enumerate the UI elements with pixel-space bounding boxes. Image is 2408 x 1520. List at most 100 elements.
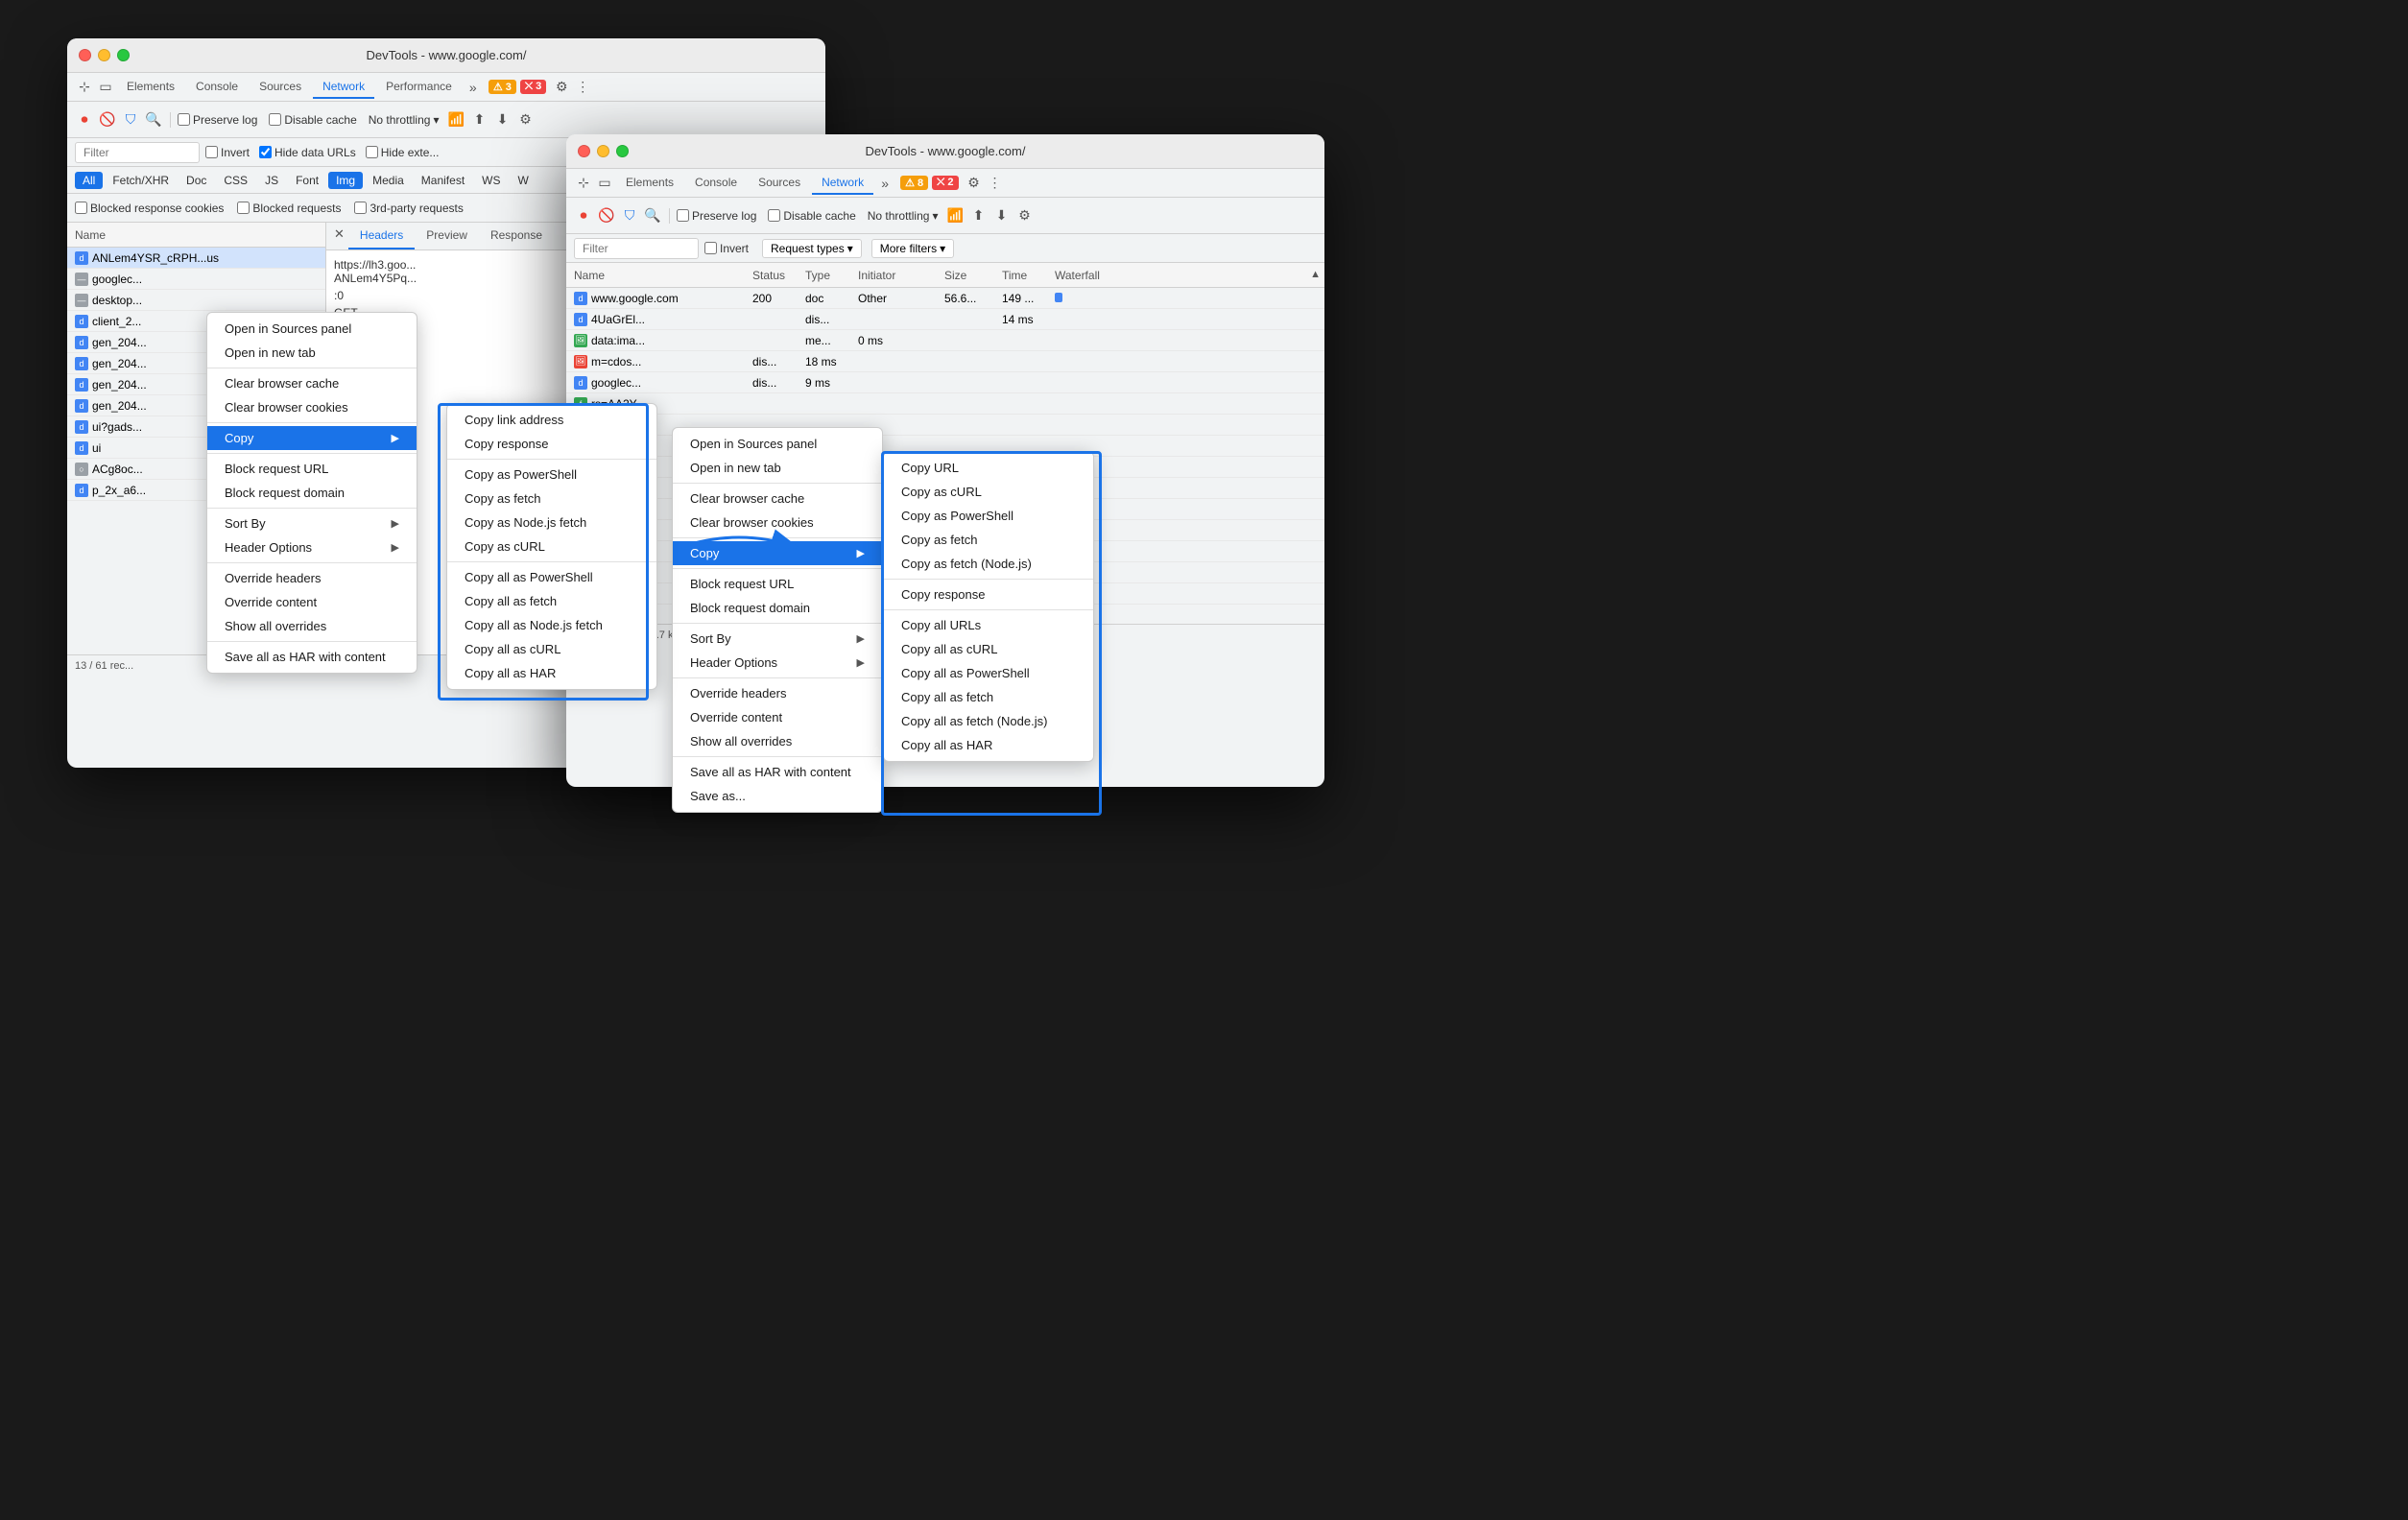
copy-all-urls-front[interactable]: Copy all URLs [884,613,1093,637]
menu-item-header-options-back[interactable]: Header Options ▶ [207,535,417,559]
menu-item-block-url-front[interactable]: Block request URL [673,572,882,596]
hide-data-urls-back[interactable]: Hide data URLs [259,146,356,159]
disable-cache-checkbox-front[interactable] [768,209,780,222]
throttling-back[interactable]: No throttling ▾ [369,113,440,127]
menu-item-save-har-front[interactable]: Save all as HAR with content [673,760,882,784]
blocked-cookies-back[interactable]: Blocked response cookies [75,202,224,215]
menu-item-open-sources-back[interactable]: Open in Sources panel [207,317,417,341]
settings2-icon-front[interactable]: ⚙ [1014,206,1034,226]
blocked-requests-checkbox-back[interactable] [237,202,250,214]
download-icon-front[interactable]: ⬇ [991,206,1011,226]
disable-cache-front[interactable]: Disable cache [768,209,855,223]
preserve-log-back[interactable]: Preserve log [178,113,257,127]
tab-network-front[interactable]: Network [812,172,873,195]
table-row[interactable]: d googlec... dis... 9 ms [566,372,1324,393]
menu-item-header-options-front[interactable]: Header Options ▶ [673,651,882,675]
copy-all-powershell-front[interactable]: Copy all as PowerShell [884,661,1093,685]
copy-curl-back[interactable]: Copy as cURL [447,534,656,558]
download-icon-back[interactable]: ⬇ [492,110,512,130]
table-row[interactable]: d www.google.com 200 doc Other 56.6... 1… [566,288,1324,309]
close-button-back[interactable] [79,49,91,61]
filter-icon-front[interactable]: ⛉ [620,206,639,226]
preserve-log-checkbox-front[interactable] [677,209,689,222]
device-icon[interactable]: ▭ [96,78,115,97]
settings-icon-back[interactable]: ⚙ [552,78,571,97]
copy-powershell-front[interactable]: Copy as PowerShell [884,504,1093,528]
menu-item-open-tab-back[interactable]: Open in new tab [207,341,417,365]
copy-all-powershell-back[interactable]: Copy all as PowerShell [447,565,656,589]
table-row[interactable]: d 4UaGrEl... dis... 14 ms [566,309,1324,330]
preserve-log-front[interactable]: Preserve log [677,209,756,223]
preview-tab-back[interactable]: Preview [415,223,479,249]
blocked-requests-back[interactable]: Blocked requests [237,202,341,215]
menu-item-block-url-back[interactable]: Block request URL [207,457,417,481]
copy-url-front[interactable]: Copy URL [884,456,1093,480]
settings-icon-front[interactable]: ⚙ [965,174,984,193]
menu-item-copy-back[interactable]: Copy ▶ [207,426,417,450]
copy-all-fetch-nodejs-front[interactable]: Copy all as fetch (Node.js) [884,709,1093,733]
type-ws-back[interactable]: WS [474,172,508,189]
menu-item-open-sources-front[interactable]: Open in Sources panel [673,432,882,456]
tab-sources-back[interactable]: Sources [250,76,311,99]
menu-item-sort-back[interactable]: Sort By ▶ [207,511,417,535]
request-types-btn-front[interactable]: Request types ▾ [762,239,862,258]
copy-all-curl-back[interactable]: Copy all as cURL [447,637,656,661]
menu-item-show-overrides-front[interactable]: Show all overrides [673,729,882,753]
table-row[interactable]: d ANLem4YSR_cRPH...us [67,248,325,269]
clear-icon-back[interactable]: 🚫 [98,110,117,130]
minimize-button-front[interactable] [597,145,609,157]
disable-cache-back[interactable]: Disable cache [269,113,356,127]
copy-fetch-back[interactable]: Copy as fetch [447,487,656,511]
cursor-icon[interactable]: ⊹ [75,78,94,97]
menu-item-sort-front[interactable]: Sort By ▶ [673,627,882,651]
copy-powershell-back[interactable]: Copy as PowerShell [447,463,656,487]
menu-item-copy-front[interactable]: Copy ▶ [673,541,882,565]
tab-sources-front[interactable]: Sources [749,172,810,195]
type-font-back[interactable]: Font [288,172,326,189]
menu-item-save-as-front[interactable]: Save as... [673,784,882,808]
tab-elements-back[interactable]: Elements [117,76,184,99]
upload-icon-front[interactable]: ⬆ [968,206,988,226]
tab-performance-back[interactable]: Performance [376,76,462,99]
tab-console-front[interactable]: Console [685,172,747,195]
clear-icon-front[interactable]: 🚫 [597,206,616,226]
menu-item-override-content-back[interactable]: Override content [207,590,417,614]
minimize-button-back[interactable] [98,49,110,61]
type-js-back[interactable]: JS [257,172,286,189]
wifi-icon-front[interactable]: 📶 [945,206,965,226]
settings2-icon-back[interactable]: ⚙ [515,110,535,130]
maximize-button-front[interactable] [616,145,629,157]
filter-icon-back[interactable]: ⛉ [121,110,140,130]
copy-fetch-nodejs-front[interactable]: Copy as fetch (Node.js) [884,552,1093,576]
table-row[interactable]: 🖼 m=cdos... dis... 18 ms [566,351,1324,372]
menu-item-clear-cache-back[interactable]: Clear browser cache [207,371,417,395]
invert-front[interactable]: Invert [704,242,749,255]
type-all-back[interactable]: All [75,172,103,189]
table-row[interactable]: — googlec... [67,269,325,290]
maximize-button-back[interactable] [117,49,130,61]
menu-item-save-har-back[interactable]: Save all as HAR with content [207,645,417,669]
copy-all-fetch-back[interactable]: Copy all as fetch [447,589,656,613]
tab-console-back[interactable]: Console [186,76,248,99]
more-icon-front[interactable]: ⋮ [986,174,1005,193]
copy-link-address-back[interactable]: Copy link address [447,408,656,432]
copy-nodejs-back[interactable]: Copy as Node.js fetch [447,511,656,534]
table-row[interactable]: 🖼 data:ima... me... 0 ms [566,330,1324,351]
more-icon-back[interactable]: ⋮ [573,78,592,97]
filter-input-back[interactable] [75,142,200,163]
type-doc-back[interactable]: Doc [179,172,214,189]
invert-checkbox-back[interactable] [205,146,218,158]
search-icon-back[interactable]: 🔍 [144,110,163,130]
device-icon-front[interactable]: ▭ [595,174,614,193]
more-tabs-icon-front[interactable]: » [875,174,894,193]
hide-external-checkbox-back[interactable] [366,146,378,158]
menu-item-clear-cookies-front[interactable]: Clear browser cookies [673,511,882,534]
upload-icon-back[interactable]: ⬆ [469,110,489,130]
more-filters-btn-front[interactable]: More filters ▾ [871,239,954,258]
table-row[interactable]: f rs=AA2Y... [566,393,1324,415]
hide-data-urls-checkbox-back[interactable] [259,146,272,158]
third-party-back[interactable]: 3rd-party requests [354,202,463,215]
filter-input-front[interactable] [574,238,699,259]
record-icon-front[interactable]: ⏺ [574,206,593,226]
hide-external-back[interactable]: Hide exte... [366,146,440,159]
